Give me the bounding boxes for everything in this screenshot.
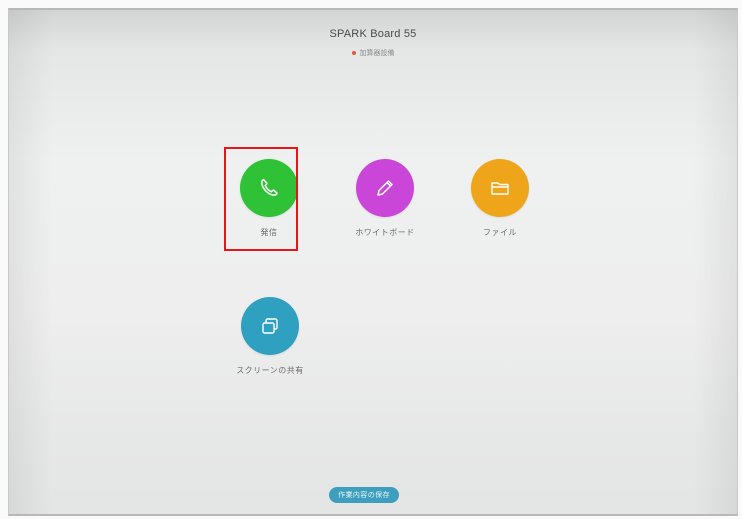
app-screen-share-circle[interactable] [241, 297, 299, 355]
phone-icon [260, 178, 278, 196]
app-files-circle[interactable] [471, 159, 529, 217]
device-name: SPARK Board 55 [329, 28, 417, 40]
app-whiteboard-label: ホワイトボード [355, 228, 415, 237]
app-screen-share-label: スクリーンの共有 [236, 366, 304, 375]
folder-icon [491, 182, 509, 195]
app-call[interactable]: 発信 [219, 159, 319, 238]
header: SPARK Board 55 加算器設備 [9, 28, 737, 59]
save-work-button[interactable]: 作業内容の保存 [329, 487, 399, 503]
app-whiteboard[interactable]: ホワイトボード [335, 159, 435, 238]
screen-share-icon [262, 318, 278, 334]
app-files-label: ファイル [483, 228, 517, 237]
device-status: 加算器設備 [351, 48, 395, 58]
device-frame: SPARK Board 55 加算器設備 発信 ホワイトボード ファイル スクリ… [0, 0, 742, 519]
pencil-icon [377, 180, 393, 196]
app-call-label: 発信 [260, 228, 278, 237]
app-whiteboard-circle[interactable] [356, 159, 414, 217]
home-screen: SPARK Board 55 加算器設備 発信 ホワイトボード ファイル スクリ… [8, 8, 738, 516]
status-text: 加算器設備 [359, 49, 395, 57]
app-call-circle[interactable] [240, 159, 298, 217]
status-dot-icon [351, 51, 356, 55]
app-screen-share[interactable]: スクリーンの共有 [220, 297, 320, 376]
app-files[interactable]: ファイル [450, 159, 550, 238]
